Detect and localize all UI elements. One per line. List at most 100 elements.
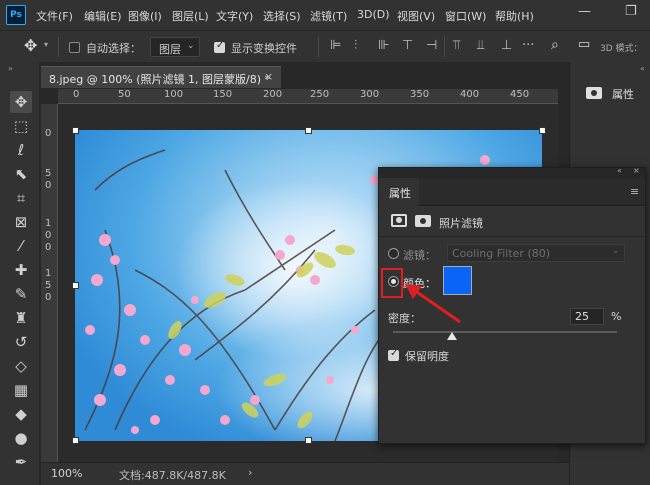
- preserve-luminosity-checkbox[interactable]: [388, 348, 399, 361]
- align-center-icon[interactable]: ⫶: [354, 38, 357, 53]
- more-options-icon[interactable]: ···: [522, 38, 534, 53]
- quick-select-tool-icon[interactable]: ⬉: [10, 163, 32, 185]
- chevron-right-icon[interactable]: ›: [248, 466, 252, 479]
- ruler-vertical: 0 5 0 1 0 0 1 5 0: [41, 104, 58, 462]
- ruler-tick: 100: [164, 89, 184, 100]
- restore-button[interactable]: ❐: [625, 4, 637, 19]
- auto-select-label: 自动选择：: [86, 42, 141, 55]
- photoshop-logo: Ps: [6, 5, 26, 25]
- ruler-tick: 1: [45, 268, 52, 279]
- ruler-tick: 5: [45, 168, 52, 179]
- align-right-icon[interactable]: ⊪: [378, 38, 389, 53]
- close-icon[interactable]: ×: [633, 166, 640, 175]
- ruler-tick: 1: [45, 218, 52, 229]
- transform-handle[interactable]: [72, 127, 79, 134]
- lasso-tool-icon[interactable]: ℓ: [10, 139, 32, 161]
- menu-3d[interactable]: 3D(D): [357, 8, 390, 21]
- arrow-annotation: [405, 284, 461, 324]
- history-brush-tool-icon[interactable]: ↺: [10, 331, 32, 353]
- menu-image[interactable]: 图像(I): [128, 8, 162, 24]
- menu-help[interactable]: 帮助(H): [495, 8, 534, 24]
- density-value: 25: [575, 310, 589, 323]
- menu-view[interactable]: 视图(V): [397, 8, 435, 24]
- menu-select[interactable]: 选择(S): [263, 8, 301, 24]
- stamp-tool-icon[interactable]: ♜: [10, 307, 32, 329]
- transform-handle[interactable]: [72, 282, 79, 289]
- distribute-top-icon[interactable]: ⫪: [453, 38, 460, 53]
- dodge-tool-icon[interactable]: ●: [10, 427, 32, 449]
- collapse-icon[interactable]: «: [617, 166, 622, 175]
- ruler-tick: 50: [118, 89, 131, 100]
- auto-select-checkbox[interactable]: [69, 42, 80, 53]
- layer-select-dropdown[interactable]: 图层 ⌄: [150, 37, 200, 57]
- marquee-tool-icon[interactable]: ⬚: [10, 115, 32, 137]
- ruler-tick: 0: [45, 242, 52, 253]
- show-transform-checkbox[interactable]: [214, 40, 225, 53]
- filter-dropdown[interactable]: Cooling Filter (80) ⌄: [447, 244, 625, 262]
- menu-edit[interactable]: 编辑(E): [84, 8, 122, 24]
- gradient-tool-icon[interactable]: ▦: [10, 379, 32, 401]
- adjustment-name: 照片滤镜: [439, 217, 483, 230]
- divider: [444, 37, 445, 57]
- collapse-icon[interactable]: «: [640, 64, 645, 73]
- menu-filter[interactable]: 滤镜(T): [310, 8, 347, 24]
- distribute-middle-icon[interactable]: ⫫: [477, 38, 484, 53]
- blur-tool-icon[interactable]: ◆: [10, 403, 32, 425]
- transform-handle[interactable]: [72, 437, 79, 444]
- panel-tab-bar: 属性 ≡: [379, 178, 645, 206]
- mask-icon[interactable]: [415, 215, 431, 227]
- tools-panel: » ✥ ⬚ ℓ ⬉ ⌗ ⊠ ⁄ ✚ ✎ ♜ ↺ ◇ ▦ ◆ ● ✒: [0, 62, 40, 485]
- ruler-tick: 0: [45, 180, 52, 191]
- document-tab[interactable]: 8.jpeg @ 100% (照片滤镜 1, 图层蒙版/8) * ×: [41, 66, 281, 88]
- align-top-icon[interactable]: ⊤: [402, 38, 413, 53]
- pen-tool-icon[interactable]: ✒: [10, 451, 32, 473]
- panel-titlebar[interactable]: « ×: [379, 166, 645, 178]
- healing-brush-tool-icon[interactable]: ✚: [10, 259, 32, 281]
- options-bar: ✥ ▾ 自动选择： 图层 ⌄ 显示变换控件 ⊫ ⫶ ⊪ ⊤ ⊣ ⫪ ⫫ ⊥ ··…: [0, 30, 650, 62]
- tab-properties[interactable]: 属性: [379, 178, 419, 206]
- zoom-level[interactable]: 100%: [51, 467, 82, 480]
- ruler-tick: 350: [410, 89, 430, 100]
- crop-tool-icon[interactable]: ⌗: [10, 187, 32, 209]
- menu-file[interactable]: 文件(F): [36, 8, 73, 24]
- move-tool-icon[interactable]: ✥: [10, 91, 32, 113]
- density-slider-track[interactable]: [393, 331, 617, 333]
- transform-handle[interactable]: [305, 437, 312, 444]
- ruler-tick: 400: [460, 89, 480, 100]
- distribute-bottom-icon[interactable]: ⊥: [501, 38, 512, 53]
- menu-type[interactable]: 文字(Y): [216, 8, 253, 24]
- density-slider-handle[interactable]: [447, 332, 457, 340]
- divider: [58, 37, 59, 57]
- menu-layer[interactable]: 图层(L): [172, 8, 209, 24]
- workspace-icon[interactable]: ▭: [578, 37, 590, 52]
- menu-window[interactable]: 窗口(W): [445, 8, 486, 24]
- frame-tool-icon[interactable]: ⊠: [10, 211, 32, 233]
- move-tool-icon[interactable]: ✥: [24, 36, 37, 55]
- properties-dock-button[interactable]: 属性: [578, 84, 646, 106]
- minimize-button[interactable]: —: [578, 4, 591, 19]
- brush-tool-icon[interactable]: ✎: [10, 283, 32, 305]
- ruler-tick: 0: [45, 230, 52, 241]
- transform-handle[interactable]: [539, 127, 546, 134]
- eyedropper-tool-icon[interactable]: ⁄: [10, 235, 32, 257]
- filter-radio[interactable]: [388, 248, 399, 259]
- ruler-tick: 0: [73, 89, 80, 100]
- filter-value: Cooling Filter (80): [452, 247, 551, 260]
- mask-icon: [586, 87, 602, 99]
- align-left-icon[interactable]: ⊫: [330, 38, 341, 53]
- chevron-down-icon[interactable]: ▾: [44, 40, 48, 49]
- eraser-tool-icon[interactable]: ◇: [10, 355, 32, 377]
- align-middle-icon[interactable]: ⊣: [426, 38, 437, 53]
- search-icon[interactable]: ⌕: [551, 37, 559, 53]
- density-input[interactable]: 25: [570, 308, 604, 325]
- ruler-tick: 250: [310, 89, 330, 100]
- collapse-icon[interactable]: »: [8, 64, 13, 73]
- chevron-down-icon: ⌄: [187, 41, 195, 51]
- divider: [379, 236, 645, 237]
- ruler-tick: 450: [510, 89, 530, 100]
- close-icon[interactable]: ×: [264, 70, 273, 83]
- ruler-tick: 0: [45, 128, 52, 139]
- panel-menu-icon[interactable]: ≡: [630, 185, 639, 198]
- transform-handle[interactable]: [305, 127, 312, 134]
- ruler-tick: 5: [45, 280, 52, 291]
